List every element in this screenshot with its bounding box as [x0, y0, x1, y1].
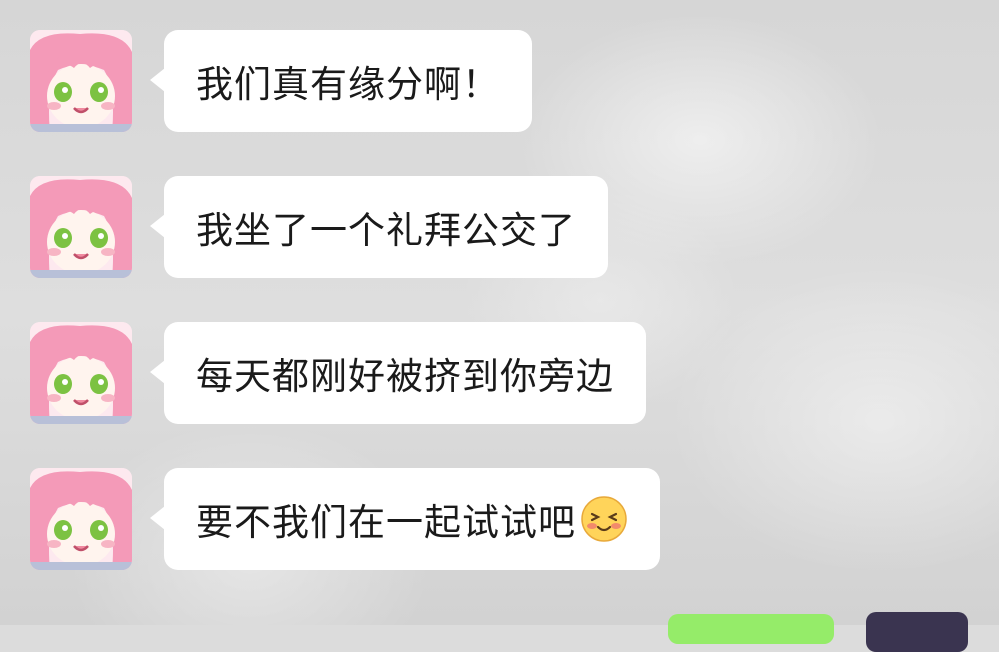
message-text: 要不我们在一起试试吧: [196, 501, 576, 544]
message-text: 我们真有缘分啊！: [196, 63, 500, 106]
avatar[interactable]: [30, 468, 132, 570]
message-bubble[interactable]: 我们真有缘分啊！: [150, 30, 532, 132]
blushing-smile-icon: [580, 495, 628, 543]
self-avatar[interactable]: [866, 612, 968, 652]
message-bubble[interactable]: 我坐了一个礼拜公交了: [150, 176, 608, 278]
avatar[interactable]: [30, 30, 132, 132]
avatar[interactable]: [30, 322, 132, 424]
message-bubble[interactable]: 要不我们在一起试试吧: [150, 468, 660, 570]
message-text: 我坐了一个礼拜公交了: [196, 209, 576, 252]
avatar[interactable]: [30, 176, 132, 278]
message-text: 每天都刚好被挤到你旁边: [196, 355, 614, 398]
self-message-bubble[interactable]: [668, 614, 834, 644]
message-bubble[interactable]: 每天都刚好被挤到你旁边: [150, 322, 646, 424]
